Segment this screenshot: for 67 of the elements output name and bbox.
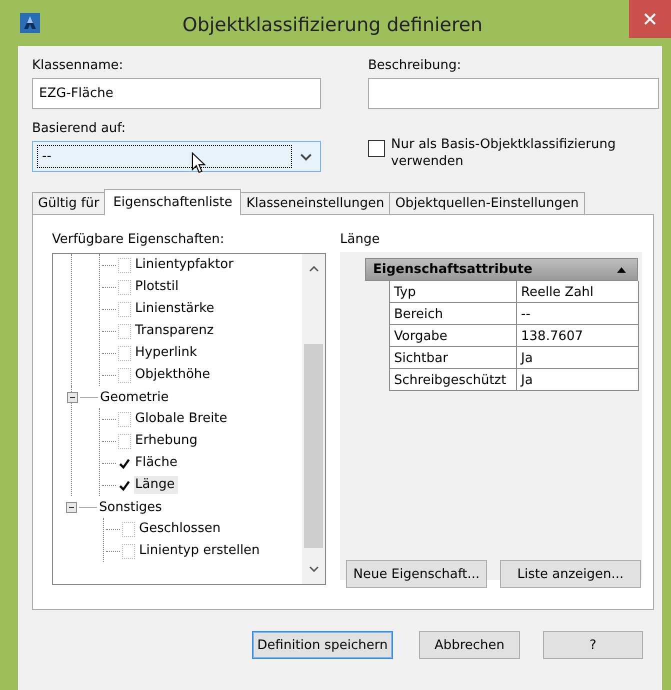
grid-header[interactable]: Eigenschaftsattribute (365, 258, 638, 281)
chevron-down-icon (300, 152, 312, 160)
dialog-button[interactable]: Abbrechen (419, 631, 520, 659)
collapse-icon[interactable] (67, 392, 78, 402)
checkbox[interactable] (122, 544, 135, 558)
app-icon (20, 13, 40, 33)
checkbox[interactable] (118, 324, 131, 338)
description-field[interactable] (368, 78, 659, 109)
checkbox[interactable] (118, 412, 131, 426)
checkbox-label: Nur als Basis-Objektklassifizierung verwenden (391, 136, 617, 170)
attribute-name: Schreibgeschützt (390, 369, 517, 391)
tree-label: Verfügbare Eigenschaften: (52, 232, 224, 247)
tree-item[interactable]: Linienstärke (134, 300, 218, 318)
attribute-name: Vorgabe (390, 325, 517, 347)
checkbox[interactable] (118, 368, 131, 382)
attribute-value: 138.7607 (517, 325, 639, 347)
tree-item[interactable]: Erhebung (134, 432, 201, 450)
attribute-value: Ja (517, 347, 639, 369)
tree-item[interactable]: Linientyp erstellen (138, 542, 263, 560)
tree-item[interactable]: Plotstil (134, 278, 182, 296)
attribute-value: Ja (517, 369, 639, 391)
based-on-dropdown[interactable]: -- (32, 141, 321, 172)
tab[interactable]: Gültig für (32, 192, 106, 214)
attribute-name: Sichtbar (390, 347, 517, 369)
tree-item[interactable]: Länge (134, 476, 178, 494)
field-label: Basierend auf: (32, 121, 126, 136)
mouse-cursor-icon (191, 152, 206, 174)
tree-item[interactable]: Hyperlink (134, 344, 200, 362)
field-label: Klassenname: (32, 58, 124, 73)
tree-item[interactable]: Linientypfaktor (134, 256, 236, 274)
close-button[interactable] (629, 0, 671, 38)
close-icon (644, 13, 656, 25)
dialog-button[interactable]: ? (543, 631, 643, 659)
tree-item[interactable]: Objekthöhe (134, 366, 214, 384)
scroll-up-icon (308, 266, 318, 272)
tree-group[interactable]: Sonstiges (99, 500, 162, 514)
dialog-button[interactable]: Neue Eigenschaft... (346, 560, 487, 588)
tree-item[interactable]: Transparenz (134, 322, 217, 340)
scrollbar-thumb[interactable] (304, 344, 323, 548)
tree-item[interactable]: Geschlossen (138, 520, 224, 538)
tab[interactable]: Eigenschaftenliste (104, 189, 242, 215)
property-title: Länge (340, 232, 380, 247)
tree-group[interactable]: Geometrie (100, 390, 169, 404)
field-label: Beschreibung: (368, 58, 462, 73)
attribute-value: -- (517, 303, 639, 325)
checkbox[interactable] (368, 140, 385, 157)
dialog-button[interactable]: Liste anzeigen... (500, 560, 641, 588)
checkbox[interactable] (118, 280, 131, 294)
scrollbar[interactable] (302, 254, 325, 584)
checkbox[interactable] (118, 346, 131, 360)
attribute-name: Typ (390, 281, 517, 303)
attribute-name: Bereich (390, 303, 517, 325)
class-name-field[interactable]: EZG-Fläche (32, 78, 321, 109)
checkbox[interactable] (118, 302, 131, 316)
tree-item[interactable]: Globale Breite (134, 410, 230, 428)
checkbox[interactable] (118, 258, 131, 272)
collapse-icon (617, 266, 626, 272)
dialog-button[interactable]: Definition speichern (252, 631, 393, 659)
attribute-value: Reelle Zahl (517, 281, 639, 303)
tree-item[interactable]: Fläche (134, 454, 180, 472)
tab[interactable]: Objektquellen-Einstellungen (389, 192, 585, 214)
checkbox[interactable] (122, 522, 135, 536)
collapse-icon[interactable] (66, 502, 77, 512)
window-title: Objektklassifizierung definieren (181, 14, 484, 36)
scroll-down-icon (308, 566, 318, 572)
checkbox[interactable] (118, 434, 131, 448)
grid-header-label: Eigenschaftsattribute (373, 262, 532, 277)
